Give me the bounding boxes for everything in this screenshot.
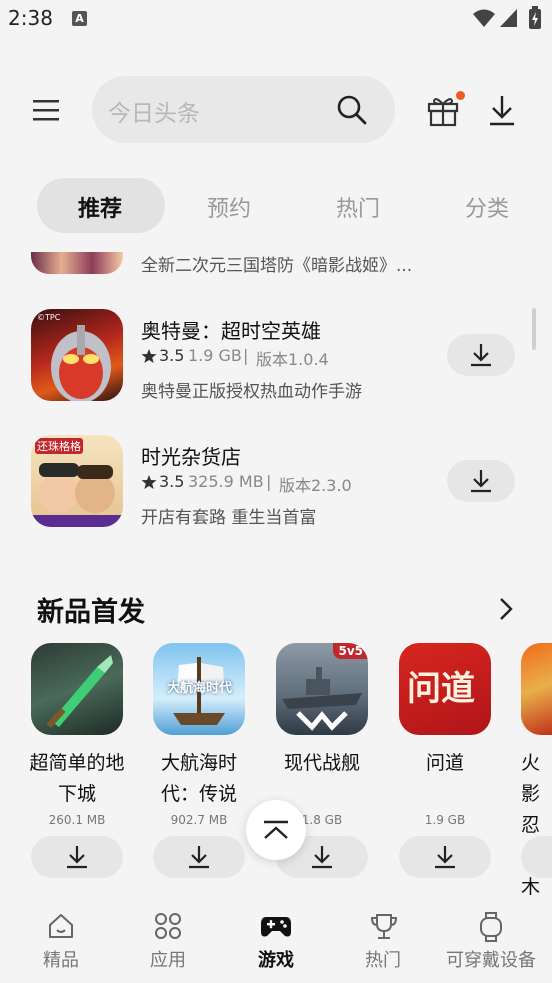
game-size: 325.9 MB (188, 472, 264, 491)
game-icon-voyage[interactable]: 大航海时代 (153, 643, 245, 735)
game-icon-grocery[interactable]: 还珠格格 (31, 435, 123, 527)
chevron-right-icon[interactable] (496, 596, 516, 622)
tab-recommend[interactable]: 推荐 (78, 191, 122, 223)
arrow-up-icon (264, 820, 288, 839)
icon-label: 5v5 (333, 643, 368, 659)
game-title[interactable]: 奥特曼：超时空英雄 (141, 315, 321, 344)
icon-label: 大航海时代 (167, 681, 233, 696)
star-icon (141, 475, 157, 489)
notification-dot (456, 91, 465, 100)
download-icon[interactable] (486, 92, 518, 128)
nav-item-games[interactable]: 游戏 (221, 898, 331, 983)
nav-label: 精品 (43, 950, 79, 971)
download-icon (435, 846, 455, 869)
game-name[interactable]: 超简单的地下城 (22, 748, 132, 810)
download-icon (471, 344, 491, 367)
download-button[interactable] (153, 836, 245, 878)
game-icon-warships[interactable]: 5v5 (276, 643, 368, 735)
tab-hot[interactable]: 热门 (336, 191, 380, 223)
game-version: 版本2.3.0 (279, 476, 352, 495)
game-size: 260.1 MB (48, 813, 106, 827)
download-icon (312, 846, 332, 869)
game-size: 1.9 GB (188, 346, 242, 365)
icon-label: 还珠格格 (35, 438, 83, 454)
download-button[interactable] (447, 334, 515, 376)
nav-label: 应用 (150, 950, 186, 971)
search-icon[interactable] (336, 94, 368, 126)
game-name[interactable]: 问道 (390, 748, 500, 779)
download-button[interactable] (399, 836, 491, 878)
game-name[interactable]: 大航海时代：传说 (144, 748, 254, 810)
tab-category[interactable]: 分类 (465, 191, 509, 223)
game-icon-naruto[interactable] (521, 643, 552, 735)
tab-reserve[interactable]: 预约 (207, 191, 251, 223)
bottom-nav: 精品 应用 游戏 热门 可穿戴设备 (0, 898, 552, 983)
back-to-top-button[interactable] (246, 800, 306, 860)
nav-label: 游戏 (258, 950, 294, 971)
game-version: 版本1.0.4 (256, 350, 329, 369)
wifi-icon (473, 9, 495, 27)
nav-item-wearables[interactable]: 可穿戴设备 (436, 898, 546, 983)
section-title: 新品首发 (37, 597, 145, 628)
game-icon-ultraman[interactable]: ©TPC (31, 309, 123, 401)
game-description: 全新二次元三国塔防《暗影战姬》... (141, 256, 413, 276)
game-description: 奥特曼正版授权热血动作手游 (141, 382, 362, 402)
nav-item-hot[interactable]: 热门 (328, 898, 438, 983)
star-icon (141, 349, 157, 363)
download-button[interactable] (31, 836, 123, 878)
game-title[interactable]: 时光杂货店 (141, 441, 241, 470)
game-name[interactable]: 现代战舰 (267, 748, 377, 779)
download-icon (189, 846, 209, 869)
battery-icon (529, 6, 541, 29)
game-icon-dungeon[interactable] (31, 643, 123, 735)
game-icon[interactable] (31, 252, 123, 274)
game-rating: 3.5 (159, 346, 185, 365)
signal-icon (500, 9, 517, 27)
status-time: 2:38 (8, 6, 53, 30)
watch-icon (480, 912, 502, 942)
meta-divider: | (266, 472, 272, 491)
search-placeholder: 今日头条 (108, 101, 200, 127)
nav-item-featured[interactable]: 精品 (6, 898, 116, 983)
game-size: 1.9 GB (424, 813, 466, 827)
apps-icon (155, 913, 181, 939)
menu-icon[interactable] (32, 96, 60, 124)
download-icon (67, 846, 87, 869)
scrollbar[interactable] (532, 308, 536, 350)
meta-divider: | (243, 346, 249, 365)
game-icon-wendao[interactable]: 问道 (399, 643, 491, 735)
game-rating: 3.5 (159, 472, 185, 491)
game-size: 902.7 MB (170, 813, 228, 827)
icon-label: ©TPC (37, 313, 61, 322)
notification-icon: A (72, 11, 87, 26)
trophy-icon (370, 914, 398, 939)
icon-label: 问道 (407, 669, 475, 709)
home-icon (49, 914, 73, 938)
gamepad-icon (261, 917, 291, 937)
nav-item-apps[interactable]: 应用 (113, 898, 223, 983)
download-icon (471, 470, 491, 493)
nav-label: 热门 (365, 950, 401, 971)
nav-label: 可穿戴设备 (446, 950, 536, 971)
game-description: 开店有套路 重生当首富 (141, 508, 317, 528)
download-button[interactable] (447, 460, 515, 502)
